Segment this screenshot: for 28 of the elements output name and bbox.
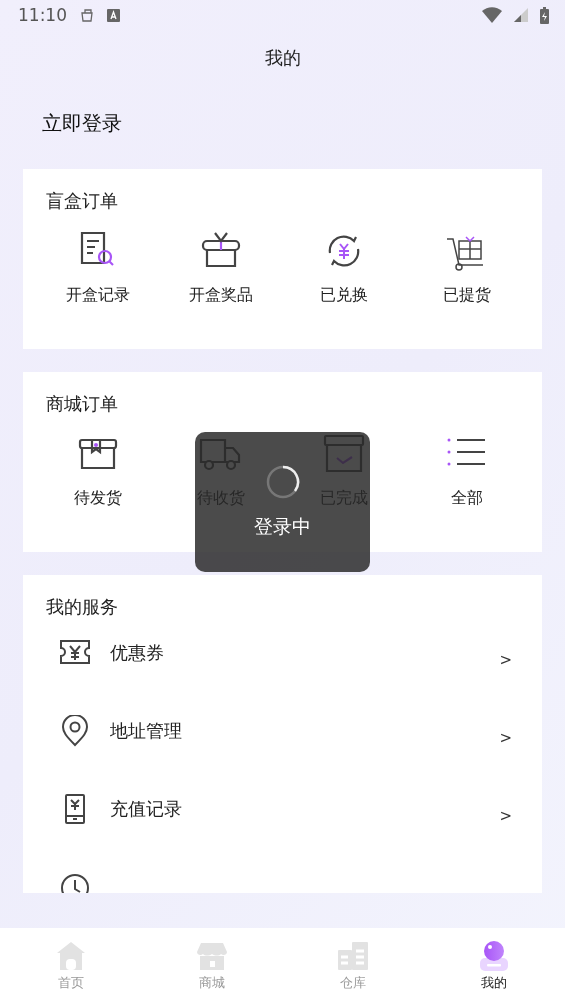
service-item[interactable]: 优惠券 — [110, 641, 500, 665]
order-shortcut[interactable]: 待发货 — [74, 488, 123, 509]
signal-icon — [514, 8, 528, 22]
keyboard-icon — [107, 8, 120, 22]
chevron: > — [499, 807, 512, 825]
order-shortcut[interactable]: 开盒奖品 — [189, 285, 254, 306]
tab-label[interactable]: 我的 — [481, 974, 508, 992]
chevron: > — [499, 651, 512, 669]
service-item[interactable]: 地址管理 — [110, 719, 500, 743]
buildings-icon[interactable] — [336, 940, 371, 972]
status-time: 11:10 — [18, 5, 67, 25]
store-icon[interactable] — [194, 940, 229, 972]
bag-icon — [79, 7, 95, 23]
section-title: 商城订单 — [46, 392, 119, 414]
section-title: 我的服务 — [46, 595, 119, 617]
section-title: 盲盒订单 — [46, 189, 119, 211]
page-title: 我的 — [263, 46, 302, 70]
order-shortcut[interactable]: 全部 — [450, 488, 483, 509]
order-shortcut[interactable]: 开盒记录 — [66, 285, 131, 306]
spinner-icon — [264, 464, 301, 500]
battery-icon — [540, 6, 549, 24]
login-link[interactable]: 立即登录 — [42, 110, 565, 140]
wifi-icon — [482, 7, 502, 23]
service-item[interactable]: 充值记录 — [110, 797, 500, 821]
toast-text: 登录中 — [254, 514, 311, 539]
order-shortcut[interactable]: 已提货 — [442, 285, 491, 306]
order-shortcut[interactable]: 已兑换 — [319, 285, 368, 306]
chevron: > — [499, 729, 512, 747]
